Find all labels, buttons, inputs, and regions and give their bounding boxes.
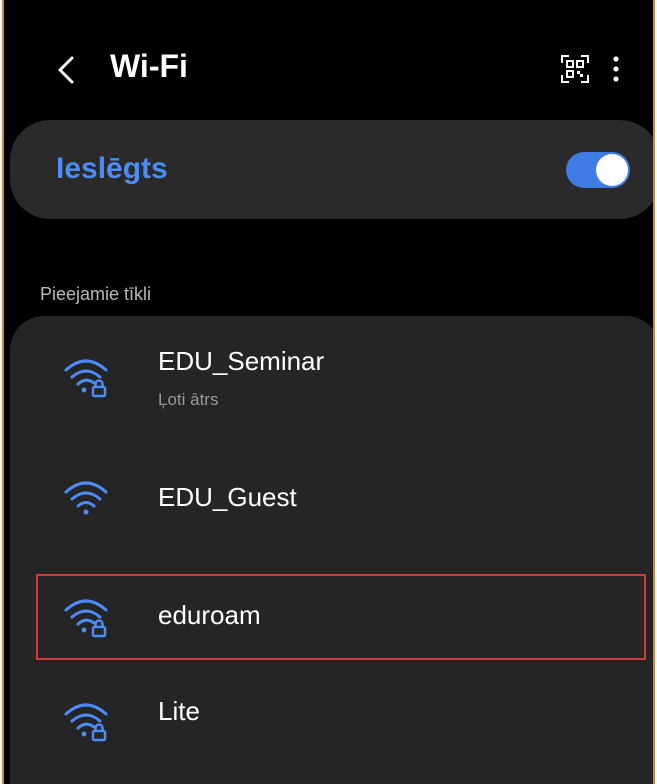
available-networks-heading: Pieejamie tīkli	[40, 284, 152, 304]
network-name: EDU_Guest	[158, 482, 297, 512]
network-speed: Ļoti ātrs	[158, 390, 219, 409]
wifi-toggle-row[interactable]: Ieslēgts	[10, 120, 653, 219]
qr-code-icon[interactable]	[558, 52, 592, 86]
page-title: Wi-Fi	[110, 48, 188, 84]
wifi-lock-icon	[64, 359, 108, 398]
wifi-settings-screen: Wi-Fi Ieslēgts Pieejamie tīkli EDU_Semin…	[2, 0, 655, 784]
network-name: EDU_Seminar	[158, 346, 325, 376]
wifi-toggle-label: Ieslēgts	[56, 152, 168, 185]
wifi-toggle-switch[interactable]	[566, 152, 630, 188]
network-item-edu-seminar[interactable]: EDU_Seminar Ļoti ātrs	[10, 316, 653, 436]
header: Wi-Fi	[4, 0, 653, 140]
wifi-lock-icon	[64, 703, 108, 742]
network-name: Lite	[158, 696, 200, 726]
toggle-knob	[596, 154, 628, 186]
back-arrow-icon[interactable]	[50, 50, 90, 90]
network-item-lite[interactable]: Lite	[10, 676, 653, 766]
network-item-edu-guest[interactable]: EDU_Guest	[10, 456, 653, 536]
network-name: eduroam	[158, 600, 261, 630]
network-list: EDU_Seminar Ļoti ātrs EDU_Guest eduroam …	[10, 316, 653, 784]
more-options-icon[interactable]	[604, 52, 628, 86]
wifi-icon	[64, 481, 108, 515]
wifi-lock-icon	[64, 599, 108, 638]
network-item-eduroam[interactable]: eduroam	[10, 574, 653, 660]
